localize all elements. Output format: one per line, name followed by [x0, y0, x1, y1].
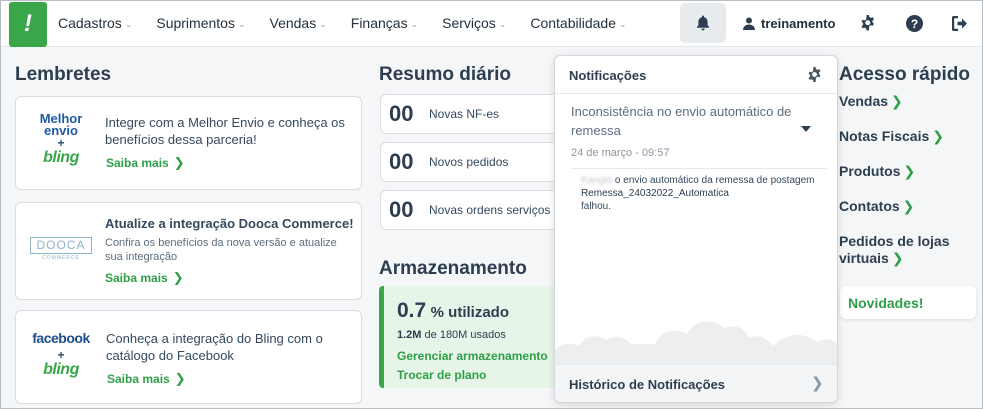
nav-suprimentos[interactable]: Suprimentos ⌄ [156, 15, 245, 31]
lembretes-title: Lembretes [15, 64, 112, 85]
resumo-ordens[interactable]: 00 Novas ordens serviços [380, 190, 580, 230]
clouds-illustration [555, 321, 837, 366]
chevron-right-icon: ❯ [891, 93, 903, 109]
quick-link-pedidos-lojas[interactable]: Pedidos de lojas virtuais ❯ [839, 233, 969, 267]
notification-date: 24 de março - 09:57 [571, 147, 670, 159]
help-button[interactable]: ? [904, 13, 924, 33]
quick-link-notas-fiscais[interactable]: Notas Fiscais ❯ [839, 128, 944, 145]
resumo-title: Resumo diário [379, 64, 511, 85]
nav-cadastros[interactable]: Cadastros ⌄ [58, 15, 132, 31]
chevron-right-icon: ❯ [811, 375, 824, 392]
user-menu[interactable]: treinamento [743, 1, 835, 45]
saiba-mais-link[interactable]: Saiba mais ❯ [106, 155, 185, 171]
notifications-title: Notificações [569, 68, 647, 83]
notifications-button[interactable] [680, 3, 726, 43]
resumo-label: Novas NF-es [429, 107, 500, 121]
quick-link-produtos[interactable]: Produtos ❯ [839, 163, 915, 180]
main-nav: Cadastros ⌄ Suprimentos ⌄ Vendas ⌄ Finanças… [58, 1, 651, 45]
chevron-down-icon: ⌄ [237, 19, 246, 29]
logout-icon [951, 15, 967, 31]
dooca-logo: DOOCA COMMERCE [30, 237, 92, 261]
nav-vendas[interactable]: Vendas ⌄ [270, 15, 327, 31]
nav-servicos[interactable]: Serviços ⌄ [442, 15, 506, 31]
quick-link-contatos[interactable]: Contatos ❯ [839, 198, 914, 215]
bling-logo[interactable]: ! [9, 2, 47, 47]
storage-used: 1.2M [397, 329, 422, 341]
reminder-title: Atualize a integração Dooca Commerce! [105, 216, 354, 231]
resumo-value: 00 [389, 101, 414, 126]
notification-settings-button[interactable] [807, 67, 822, 87]
chevron-down-icon: ⌄ [498, 19, 507, 29]
user-name: treinamento [761, 15, 836, 31]
nav-contabilidade[interactable]: Contabilidade ⌄ [530, 15, 626, 31]
reminder-subtitle: Confira os benefícios da nova versão e a… [105, 237, 337, 263]
chevron-down-icon: ⌄ [124, 19, 133, 29]
storage-percent: 0.7 [397, 299, 427, 322]
melhor-envio-logo: Melhor envio + bling [39, 111, 83, 166]
armazenamento-title: Armazenamento [379, 258, 527, 279]
settings-button[interactable] [858, 13, 878, 33]
chevron-right-icon: ❯ [932, 128, 944, 144]
facebook-logo: facebook + bling [32, 330, 90, 379]
divider [571, 168, 827, 169]
saiba-mais-link[interactable]: Saiba mais ❯ [107, 371, 186, 387]
resumo-label: Novas ordens serviços [429, 203, 551, 217]
storage-used-total: de 180M usados [424, 329, 506, 341]
reminder-text: Conheça a integração do Bling com o catá… [106, 331, 323, 363]
top-bar: ! Cadastros ⌄ Suprimentos ⌄ Vendas ⌄ Finanç… [1, 1, 982, 47]
chevron-down-icon: ⌄ [319, 19, 327, 29]
resumo-label: Novos pedidos [429, 155, 509, 169]
gear-icon [861, 15, 874, 31]
notification-detail: Kanglo o envio automático da remessa de … [581, 175, 815, 212]
help-icon: ? [905, 14, 923, 32]
chevron-right-icon: ❯ [902, 198, 915, 214]
notifications-header: Notificações [555, 56, 837, 94]
blurred-user: Kanglo [581, 175, 613, 186]
chevron-down-icon: ⌄ [618, 19, 627, 29]
notification-title[interactable]: Inconsistência no envio automático de re… [571, 102, 821, 140]
chevron-right-icon: ❯ [172, 270, 184, 285]
resumo-value: 00 [389, 149, 414, 174]
expand-caret-icon[interactable] [801, 126, 811, 132]
resumo-pedidos[interactable]: 00 Novos pedidos [380, 142, 580, 182]
chevron-right-icon: ❯ [903, 163, 916, 179]
gear-icon [808, 67, 821, 82]
chevron-down-icon: ⌄ [410, 19, 419, 29]
quick-link-vendas[interactable]: Vendas ❯ [839, 93, 903, 110]
chevron-right-icon: ❯ [891, 250, 904, 266]
saiba-mais-link[interactable]: Saiba mais ❯ [105, 270, 184, 286]
app-window: ! Cadastros ⌄ Suprimentos ⌄ Vendas ⌄ Finanç… [0, 0, 983, 409]
reminder-card-melhor-envio[interactable]: Melhor envio + bling Integre com a Melho… [15, 96, 362, 190]
notifications-panel: Notificações Inconsistência no envio aut… [554, 55, 838, 403]
resumo-nfes[interactable]: 00 Novas NF-es [380, 94, 580, 134]
reminder-text: Integre com a Melhor Envio e conheça os … [105, 115, 345, 147]
chevron-right-icon: ❯ [174, 371, 186, 386]
chevron-right-icon: ❯ [173, 155, 185, 170]
storage-card: 0.7 % utilizado 1.2M de 180M usados Gere… [379, 286, 579, 388]
logout-button[interactable] [950, 13, 970, 33]
acesso-rapido-title: Acesso rápido [839, 64, 970, 85]
reminder-card-facebook[interactable]: facebook + bling Conheça a integração do… [15, 310, 362, 404]
change-plan-link[interactable]: Trocar de plano [397, 368, 486, 382]
resumo-value: 00 [389, 197, 414, 222]
bell-icon [697, 15, 709, 31]
novidades-button[interactable]: Novidades! [840, 286, 976, 319]
user-icon [743, 17, 755, 30]
svg-text:?: ? [910, 16, 917, 30]
reminder-card-dooca[interactable]: DOOCA COMMERCE Atualize a integração Doo… [15, 202, 362, 300]
storage-percent-label: % utilizado [430, 304, 509, 321]
manage-storage-link[interactable]: Gerenciar armazenamento [397, 349, 548, 363]
nav-financas[interactable]: Finanças ⌄ [351, 15, 418, 31]
notification-history-link[interactable]: Histórico de Notificações ❯ [555, 364, 837, 402]
